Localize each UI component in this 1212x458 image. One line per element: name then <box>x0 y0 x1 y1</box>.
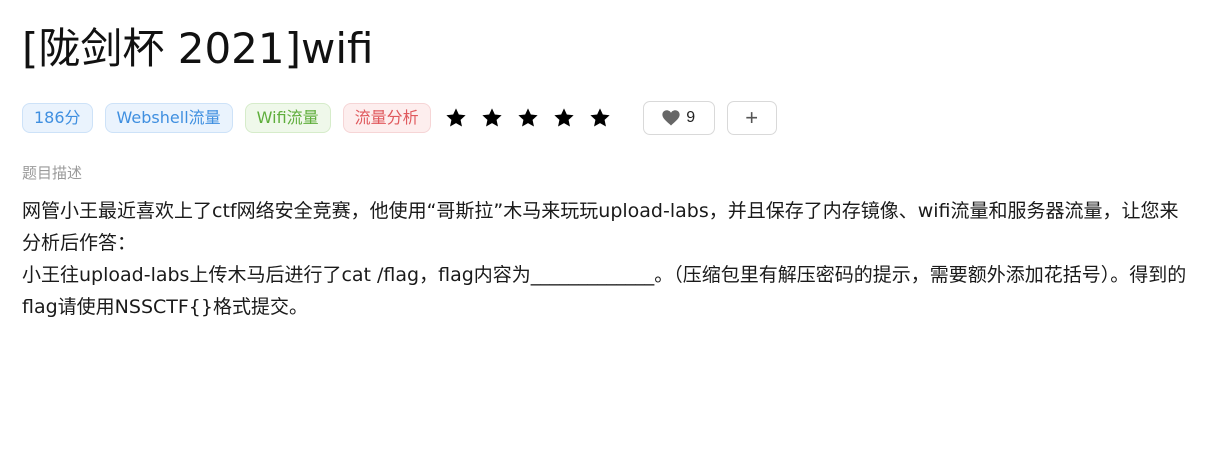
webshell-traffic-tag[interactable]: Webshell流量 <box>104 103 233 133</box>
like-button[interactable]: 9 <box>642 101 715 135</box>
challenge-page: [陇剑杯 2021]wifi 186分 Webshell流量 Wifi流量 流量… <box>22 22 1190 323</box>
challenge-meta-row: 186分 Webshell流量 Wifi流量 流量分析 9 + <box>22 100 1190 136</box>
plus-icon: + <box>745 105 759 130</box>
difficulty-rating <box>445 107 625 129</box>
description-paragraph: 网管小王最近喜欢上了ctf网络安全竞赛，他使用“哥斯拉”木马来玩玩upload-… <box>22 200 1179 254</box>
star-icon <box>554 108 574 127</box>
description-paragraph: 小王往upload-labs上传木马后进行了cat /flag，flag内容为_… <box>22 264 1187 318</box>
heart-icon <box>662 110 680 126</box>
star-icon <box>590 108 610 127</box>
challenge-title: [陇剑杯 2021]wifi <box>22 24 374 73</box>
star-icon <box>518 108 538 127</box>
traffic-analysis-tag[interactable]: 流量分析 <box>342 103 431 133</box>
star-icon <box>446 108 466 127</box>
like-count: 9 <box>686 109 696 126</box>
section-label: 题目描述 <box>22 164 83 182</box>
score-tag[interactable]: 186分 <box>22 103 93 133</box>
star-icon <box>482 108 502 127</box>
add-button[interactable]: + <box>726 101 777 135</box>
wifi-traffic-tag[interactable]: Wifi流量 <box>244 103 331 133</box>
challenge-description: 网管小王最近喜欢上了ctf网络安全竞赛，他使用“哥斯拉”木马来玩玩upload-… <box>22 195 1190 323</box>
